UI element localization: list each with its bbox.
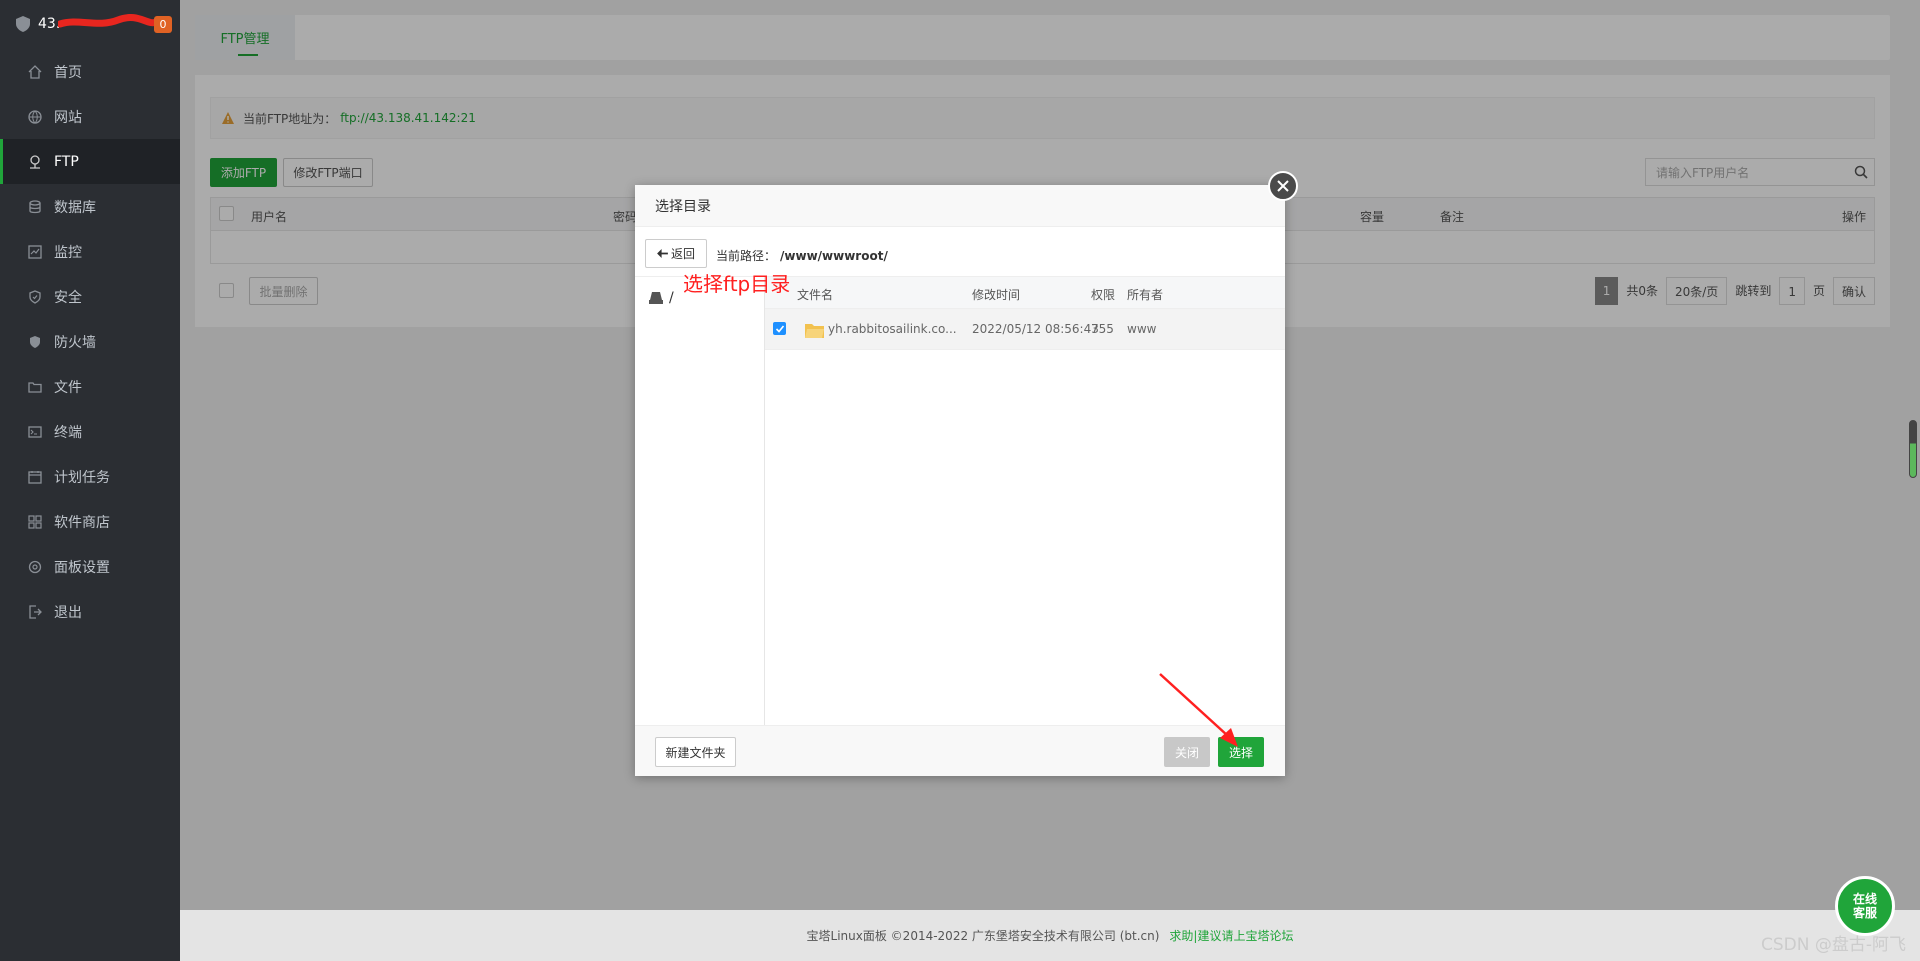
- sidebar-item-label: 网站: [54, 109, 82, 126]
- redaction-scribble: [58, 14, 158, 28]
- settings-icon: [27, 559, 43, 575]
- sidebar-header: 43. 0: [0, 0, 180, 48]
- file-permission: 755: [1091, 322, 1114, 336]
- sidebar-item-website[interactable]: 网站: [0, 94, 180, 139]
- logout-icon: [27, 604, 43, 620]
- online-support-button[interactable]: 在线 客服: [1835, 876, 1895, 936]
- sidebar-item-label: 软件商店: [54, 514, 110, 531]
- back-button[interactable]: 返回: [645, 239, 707, 268]
- dialog-title: 选择目录: [635, 185, 1285, 227]
- file-name[interactable]: yh.rabbitosailink.co...: [828, 322, 957, 336]
- annotation-text: 选择ftp目录: [683, 272, 791, 296]
- server-ip: 43.: [38, 16, 61, 32]
- chat-line-2: 客服: [1852, 906, 1877, 920]
- sidebar-item-database[interactable]: 数据库: [0, 184, 180, 229]
- col-owner: 所有者: [1127, 288, 1164, 302]
- sidebar-item-label: 面板设置: [54, 559, 110, 576]
- sidebar-item-home[interactable]: 首页: [0, 49, 180, 94]
- folder-icon: [27, 379, 43, 395]
- new-folder-button[interactable]: 新建文件夹: [655, 737, 736, 767]
- file-list-header: 文件名 修改时间 权限 所有者: [765, 277, 1285, 309]
- ftp-icon: [27, 154, 43, 170]
- monitor-icon: [27, 244, 43, 260]
- sidebar-item-label: 监控: [54, 244, 82, 261]
- sidebar-item-logout[interactable]: 退出: [0, 589, 180, 634]
- close-icon[interactable]: [1268, 171, 1298, 201]
- file-owner: www: [1127, 322, 1157, 336]
- sidebar-item-security[interactable]: 安全: [0, 274, 180, 319]
- apps-icon: [27, 514, 43, 530]
- file-row[interactable]: yh.rabbitosailink.co... 2022/05/12 08:56…: [765, 309, 1285, 350]
- sidebar-menu: 首页 网站 FTP 数据库 监控 安全 防火墙 文件 终端 计划任务 软件商店 …: [0, 49, 180, 634]
- watermark: CSDN @盘古-阿飞: [1760, 935, 1906, 955]
- database-icon: [27, 199, 43, 215]
- sidebar-item-files[interactable]: 文件: [0, 364, 180, 409]
- sidebar-item-label: 退出: [54, 604, 82, 621]
- sidebar-item-label: FTP: [54, 153, 79, 170]
- chat-line-1: 在线: [1852, 892, 1877, 906]
- sidebar-item-label: 数据库: [54, 199, 96, 216]
- folder-icon: [805, 324, 824, 338]
- page-footer: 宝塔Linux面板 ©2014-2022 广东堡塔安全技术有限公司 (bt.cn…: [180, 910, 1920, 961]
- terminal-icon: [27, 424, 43, 440]
- col-modified-time: 修改时间: [972, 288, 1021, 302]
- sidebar-item-ftp[interactable]: FTP: [0, 139, 180, 184]
- sidebar-item-firewall[interactable]: 防火墙: [0, 319, 180, 364]
- sidebar-item-store[interactable]: 软件商店: [0, 499, 180, 544]
- sidebar-item-label: 安全: [54, 289, 82, 306]
- sidebar-item-label: 终端: [54, 424, 82, 441]
- globe-icon: [27, 109, 43, 125]
- sidebar-item-settings[interactable]: 面板设置: [0, 544, 180, 589]
- sidebar-item-cron[interactable]: 计划任务: [0, 454, 180, 499]
- shield-icon: [27, 289, 43, 305]
- directory-tree: /: [635, 277, 765, 725]
- file-mtime: 2022/05/12 08:56:43: [972, 322, 1099, 336]
- col-permission: 权限: [1091, 288, 1116, 302]
- panel-logo-icon: [16, 16, 30, 32]
- path-value: /www/wwwroot/: [780, 249, 888, 263]
- message-badge[interactable]: 0: [154, 16, 172, 33]
- sidebar-item-label: 防火墙: [54, 334, 96, 351]
- annotation-arrow-icon: [1159, 673, 1238, 747]
- footer-copyright: 宝塔Linux面板 ©2014-2022 广东堡塔安全技术有限公司 (bt.cn…: [806, 929, 1160, 943]
- current-path: 当前路径：/www/wwwroot/: [716, 247, 888, 264]
- path-label: 当前路径：: [716, 249, 777, 263]
- calendar-icon: [27, 469, 43, 485]
- back-arrow-icon: [657, 249, 668, 258]
- disk-icon: [649, 292, 663, 304]
- home-icon: [27, 64, 43, 80]
- sidebar-item-label: 文件: [54, 379, 82, 396]
- back-label: 返回: [670, 247, 695, 261]
- footer-forum-link[interactable]: 求助|建议请上宝塔论坛: [1169, 927, 1293, 944]
- col-file-name: 文件名: [797, 288, 834, 302]
- sidebar-item-label: 计划任务: [54, 469, 110, 486]
- file-list: 文件名 修改时间 权限 所有者 yh.rabbitosailink.co... …: [765, 277, 1285, 725]
- sidebar-item-monitor[interactable]: 监控: [0, 229, 180, 274]
- firewall-icon: [27, 334, 43, 350]
- tree-root-label: /: [669, 290, 674, 306]
- tree-root-item[interactable]: /: [649, 290, 674, 306]
- scroll-indicator[interactable]: [1909, 420, 1917, 478]
- sidebar-item-label: 首页: [54, 64, 82, 81]
- sidebar: 43. 0 首页 网站 FTP 数据库 监控 安全 防火墙 文件 终端 计划任务…: [0, 0, 180, 961]
- sidebar-item-terminal[interactable]: 终端: [0, 409, 180, 454]
- file-row-checkbox[interactable]: [773, 322, 786, 335]
